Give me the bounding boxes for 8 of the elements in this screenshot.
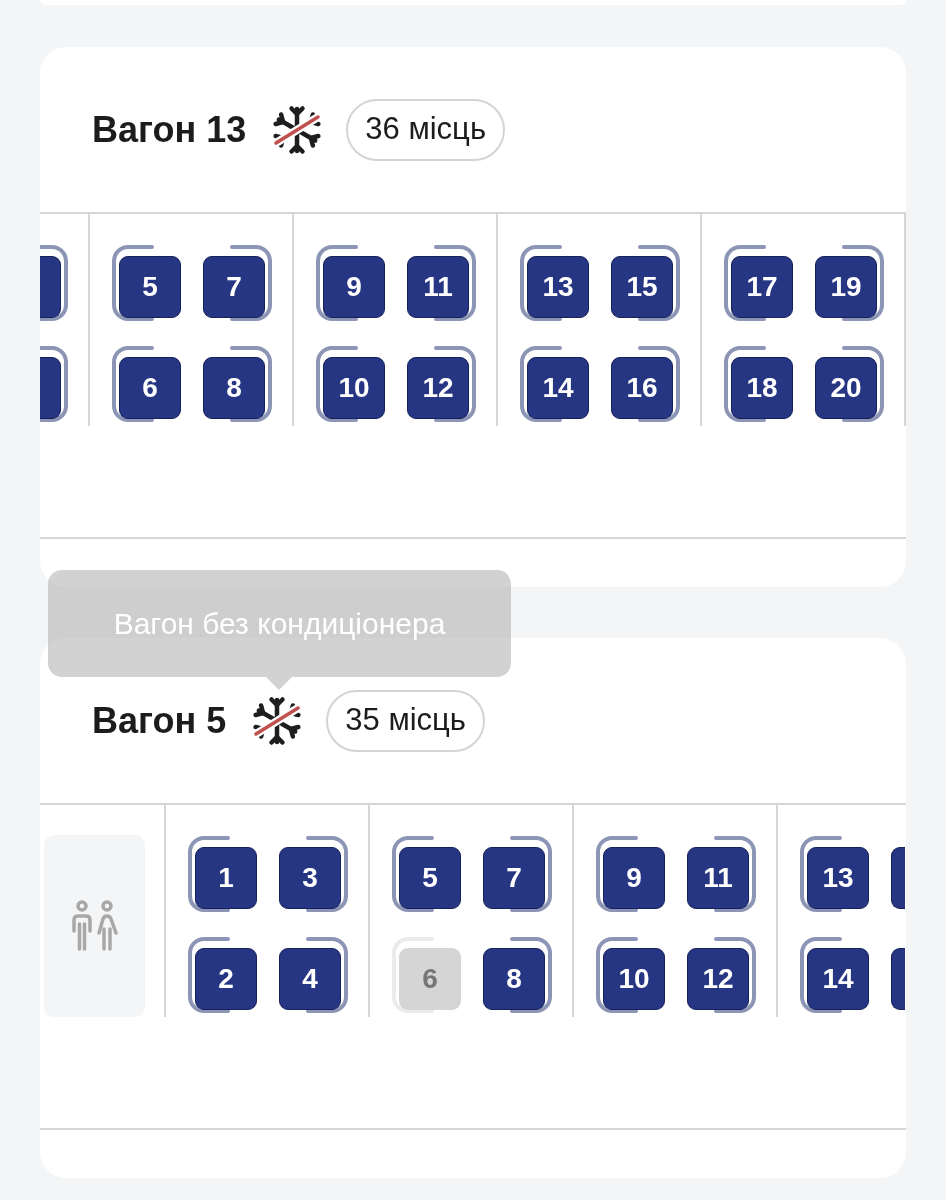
seat-count-badge: 36 місць xyxy=(346,98,506,161)
toilet-icon xyxy=(70,900,119,952)
car-title: Вагон 13 xyxy=(92,111,247,148)
tooltip-pointer-icon xyxy=(266,677,292,690)
seat-button[interactable] xyxy=(40,245,68,321)
seat-count-badge: 35 місць xyxy=(326,689,485,752)
car-title: Вагон 5 xyxy=(92,702,227,739)
seat-button[interactable] xyxy=(40,346,68,422)
